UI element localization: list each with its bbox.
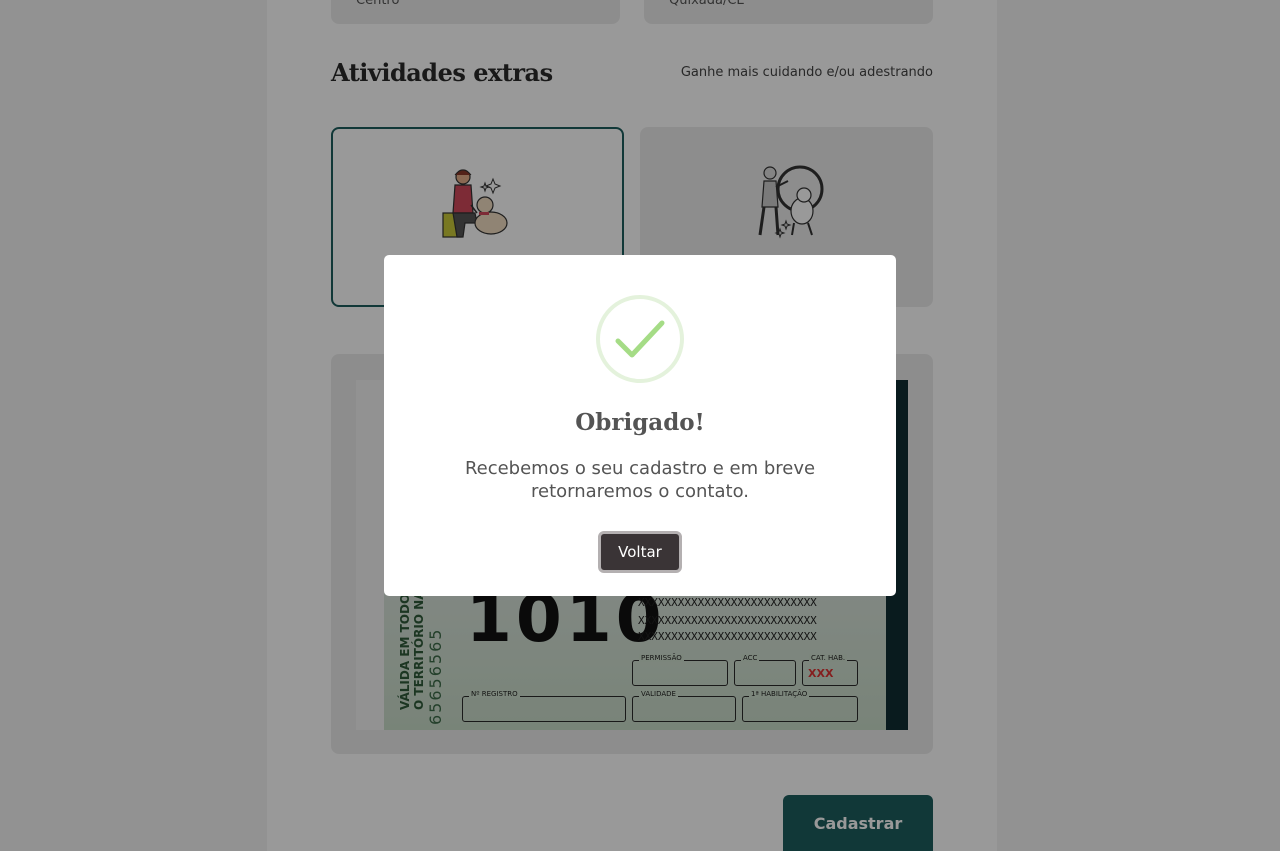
- modal-title: Obrigado!: [575, 409, 705, 436]
- modal-message: Recebemos o seu cadastro e em breve reto…: [464, 458, 816, 502]
- success-modal: Obrigado! Recebemos o seu cadastro e em …: [384, 255, 896, 596]
- success-check-icon: [596, 295, 684, 383]
- back-button[interactable]: Voltar: [598, 531, 682, 573]
